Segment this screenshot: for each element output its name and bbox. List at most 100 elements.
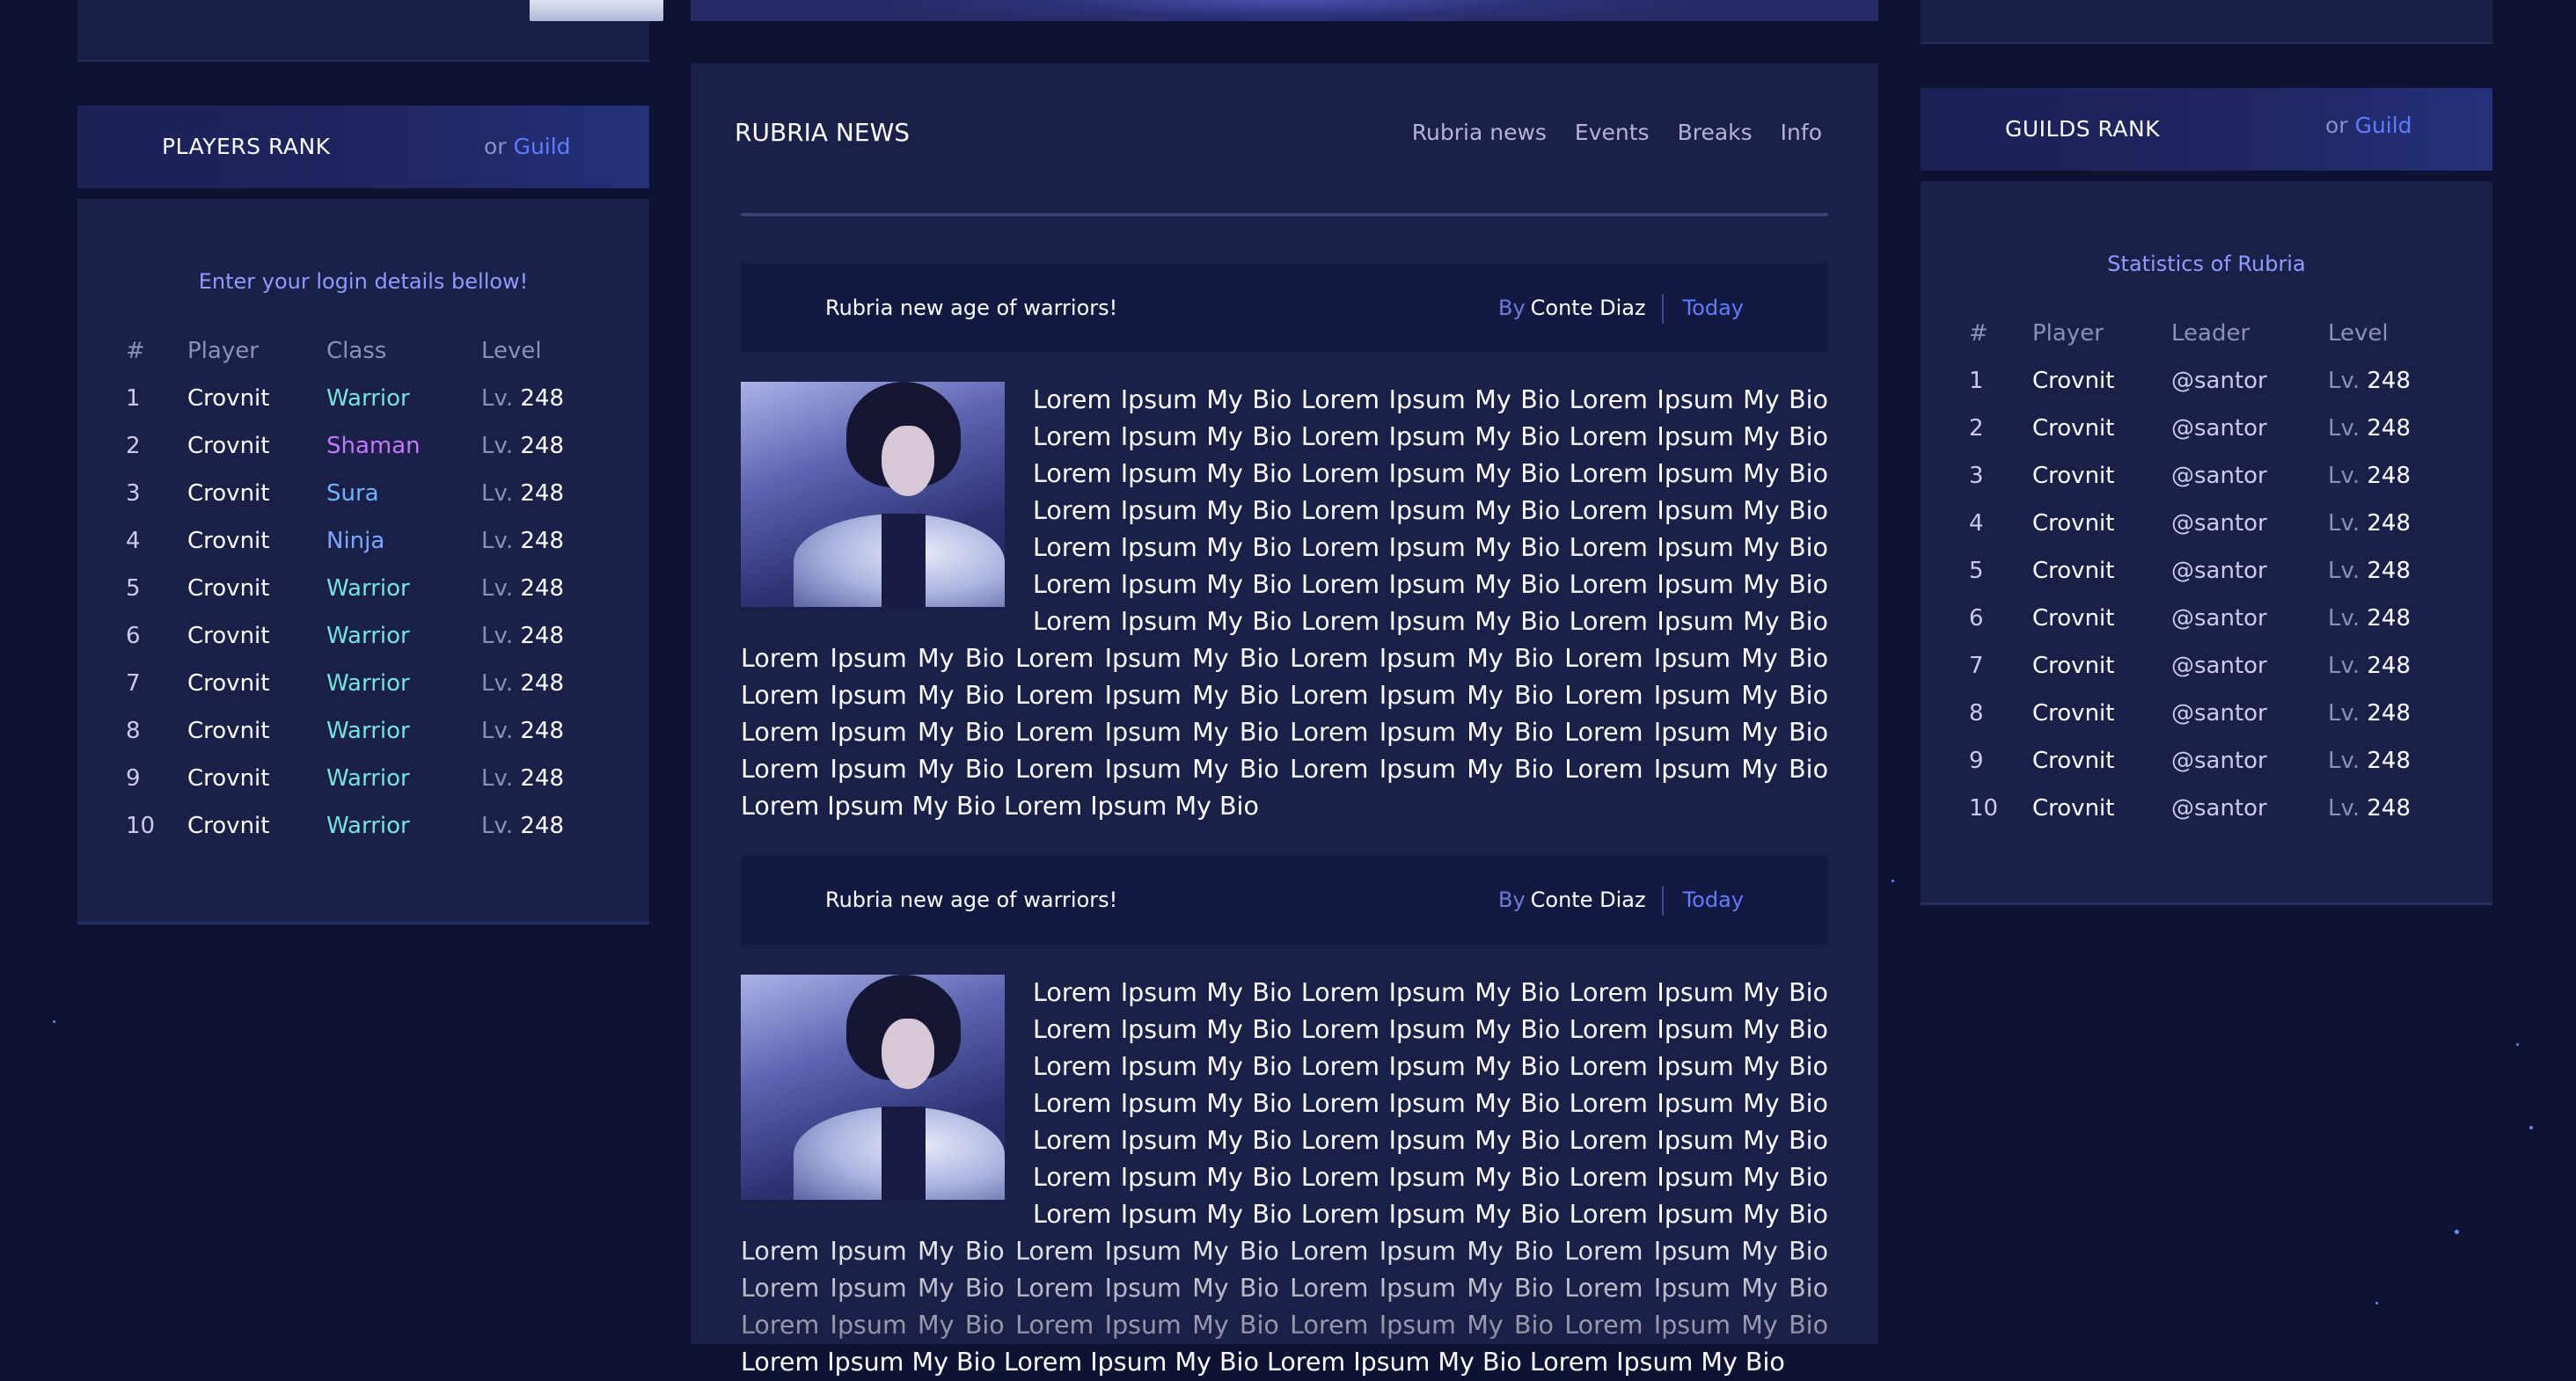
player-name[interactable]: Crovnit: [2031, 405, 2170, 452]
player-level: Lv. 248: [480, 802, 618, 850]
login-button[interactable]: [530, 0, 663, 21]
player-name[interactable]: Crovnit: [187, 422, 326, 470]
player-name[interactable]: Crovnit: [187, 707, 326, 755]
guilds-rank-table: # Player Leader Level 1 Crovnit @santor Lv.…: [1968, 310, 2461, 832]
player-class: Ninja: [326, 528, 385, 554]
table-header-row: # Player Leader Level: [1968, 310, 2461, 357]
table-row[interactable]: 6 Crovnit Warrior Lv. 248: [125, 612, 618, 660]
star: [2529, 1126, 2533, 1129]
news-panel: RUBRIA NEWS Rubria news Events Breaks In…: [691, 63, 1878, 1377]
rank-number: 10: [126, 813, 156, 839]
guild-leader[interactable]: @santor: [2170, 785, 2327, 832]
table-row[interactable]: 10 Crovnit @santor Lv. 248: [1968, 785, 2461, 832]
guild-leader[interactable]: @santor: [2170, 737, 2327, 785]
guild-link[interactable]: Guild: [2355, 113, 2412, 138]
table-row[interactable]: 4 Crovnit Ninja Lv. 248: [125, 517, 618, 565]
level-prefix: Lv.: [2328, 795, 2360, 822]
table-row[interactable]: 3 Crovnit @santor Lv. 248: [1968, 452, 2461, 500]
player-name[interactable]: Crovnit: [2031, 595, 2170, 642]
guild-leader[interactable]: @santor: [2170, 357, 2327, 405]
article-title[interactable]: Rubria new age of warriors!: [825, 856, 1117, 944]
table-row[interactable]: 9 Crovnit Warrior Lv. 248: [125, 755, 618, 802]
table-row[interactable]: 7 Crovnit Warrior Lv. 248: [125, 660, 618, 707]
player-name[interactable]: Crovnit: [187, 612, 326, 660]
level-prefix: Lv.: [2328, 653, 2360, 679]
level-value: 248: [520, 718, 565, 744]
rank-number: 10: [1969, 795, 1999, 822]
player-name[interactable]: Crovnit: [187, 517, 326, 565]
article-image[interactable]: [741, 382, 1005, 607]
player-name[interactable]: Crovnit: [2031, 690, 2170, 737]
player-name[interactable]: Crovnit: [187, 802, 326, 850]
guild-level: Lv. 248: [2327, 500, 2461, 547]
guild-leader[interactable]: @santor: [2170, 547, 2327, 595]
rank-number: 1: [1969, 368, 1984, 394]
player-name[interactable]: Crovnit: [187, 565, 326, 612]
guild-link[interactable]: Guild: [514, 134, 571, 159]
player-name[interactable]: Crovnit: [2031, 500, 2170, 547]
col-level: Level: [481, 338, 542, 364]
table-row[interactable]: 2 Crovnit Shaman Lv. 248: [125, 422, 618, 470]
player-class: Warrior: [326, 765, 410, 792]
player-name[interactable]: Crovnit: [187, 375, 326, 422]
player-name[interactable]: Crovnit: [187, 470, 326, 517]
nav-events[interactable]: Events: [1575, 120, 1650, 145]
players-rank-title: PLAYERS RANK: [162, 134, 331, 159]
player-name[interactable]: Crovnit: [187, 755, 326, 802]
rank-number: 1: [126, 385, 141, 412]
table-row[interactable]: 9 Crovnit @santor Lv. 248: [1968, 737, 2461, 785]
player-name[interactable]: Crovnit: [187, 660, 326, 707]
table-row[interactable]: 7 Crovnit @santor Lv. 248: [1968, 642, 2461, 690]
level-prefix: Lv.: [481, 623, 514, 649]
player-name[interactable]: Crovnit: [2031, 785, 2170, 832]
guild-leader[interactable]: @santor: [2170, 642, 2327, 690]
guild-leader[interactable]: @santor: [2170, 595, 2327, 642]
article-title[interactable]: Rubria new age of warriors!: [825, 264, 1117, 352]
guilds-rank-title: GUILDS RANK: [2005, 116, 2161, 142]
nav-rubria-news[interactable]: Rubria news: [1412, 120, 1547, 145]
level-prefix: Lv.: [481, 385, 514, 412]
player-name[interactable]: Crovnit: [2031, 547, 2170, 595]
nav-breaks[interactable]: Breaks: [1678, 120, 1753, 145]
level-value: 248: [2367, 748, 2411, 774]
table-row[interactable]: 8 Crovnit @santor Lv. 248: [1968, 690, 2461, 737]
table-row[interactable]: 4 Crovnit @santor Lv. 248: [1968, 500, 2461, 547]
player-level: Lv. 248: [480, 517, 618, 565]
level-value: 248: [520, 433, 565, 459]
player-level: Lv. 248: [480, 470, 618, 517]
guild-leader[interactable]: @santor: [2170, 500, 2327, 547]
level-prefix: Lv.: [481, 670, 514, 697]
level-prefix: Lv.: [481, 718, 514, 744]
col-leader: Leader: [2171, 320, 2250, 347]
player-level: Lv. 248: [480, 755, 618, 802]
or-label: or: [2325, 113, 2348, 138]
table-row[interactable]: 1 Crovnit Warrior Lv. 248: [125, 375, 618, 422]
player-level: Lv. 248: [480, 422, 618, 470]
nav-info[interactable]: Info: [1781, 120, 1822, 145]
article-image[interactable]: [741, 975, 1005, 1200]
table-row[interactable]: 1 Crovnit @santor Lv. 248: [1968, 357, 2461, 405]
player-name[interactable]: Crovnit: [2031, 452, 2170, 500]
article-author[interactable]: Conte Diaz: [1531, 888, 1646, 912]
table-row[interactable]: 6 Crovnit @santor Lv. 248: [1968, 595, 2461, 642]
level-value: 248: [520, 575, 565, 602]
level-prefix: Lv.: [2328, 463, 2360, 489]
rank-number: 7: [1969, 653, 1984, 679]
players-rank-toggle: or Guild: [484, 106, 571, 188]
table-row[interactable]: 5 Crovnit @santor Lv. 248: [1968, 547, 2461, 595]
table-row[interactable]: 10 Crovnit Warrior Lv. 248: [125, 802, 618, 850]
guild-leader[interactable]: @santor: [2170, 405, 2327, 452]
col-rank: #: [1969, 320, 1988, 347]
guild-leader[interactable]: @santor: [2170, 452, 2327, 500]
level-prefix: Lv.: [481, 528, 514, 554]
guild-leader[interactable]: @santor: [2170, 690, 2327, 737]
table-row[interactable]: 2 Crovnit @santor Lv. 248: [1968, 405, 2461, 452]
article-author[interactable]: Conte Diaz: [1531, 296, 1646, 320]
player-name[interactable]: Crovnit: [2031, 642, 2170, 690]
player-name[interactable]: Crovnit: [2031, 357, 2170, 405]
level-value: 248: [2367, 605, 2411, 632]
table-row[interactable]: 3 Crovnit Sura Lv. 248: [125, 470, 618, 517]
table-row[interactable]: 5 Crovnit Warrior Lv. 248: [125, 565, 618, 612]
table-row[interactable]: 8 Crovnit Warrior Lv. 248: [125, 707, 618, 755]
player-name[interactable]: Crovnit: [2031, 737, 2170, 785]
